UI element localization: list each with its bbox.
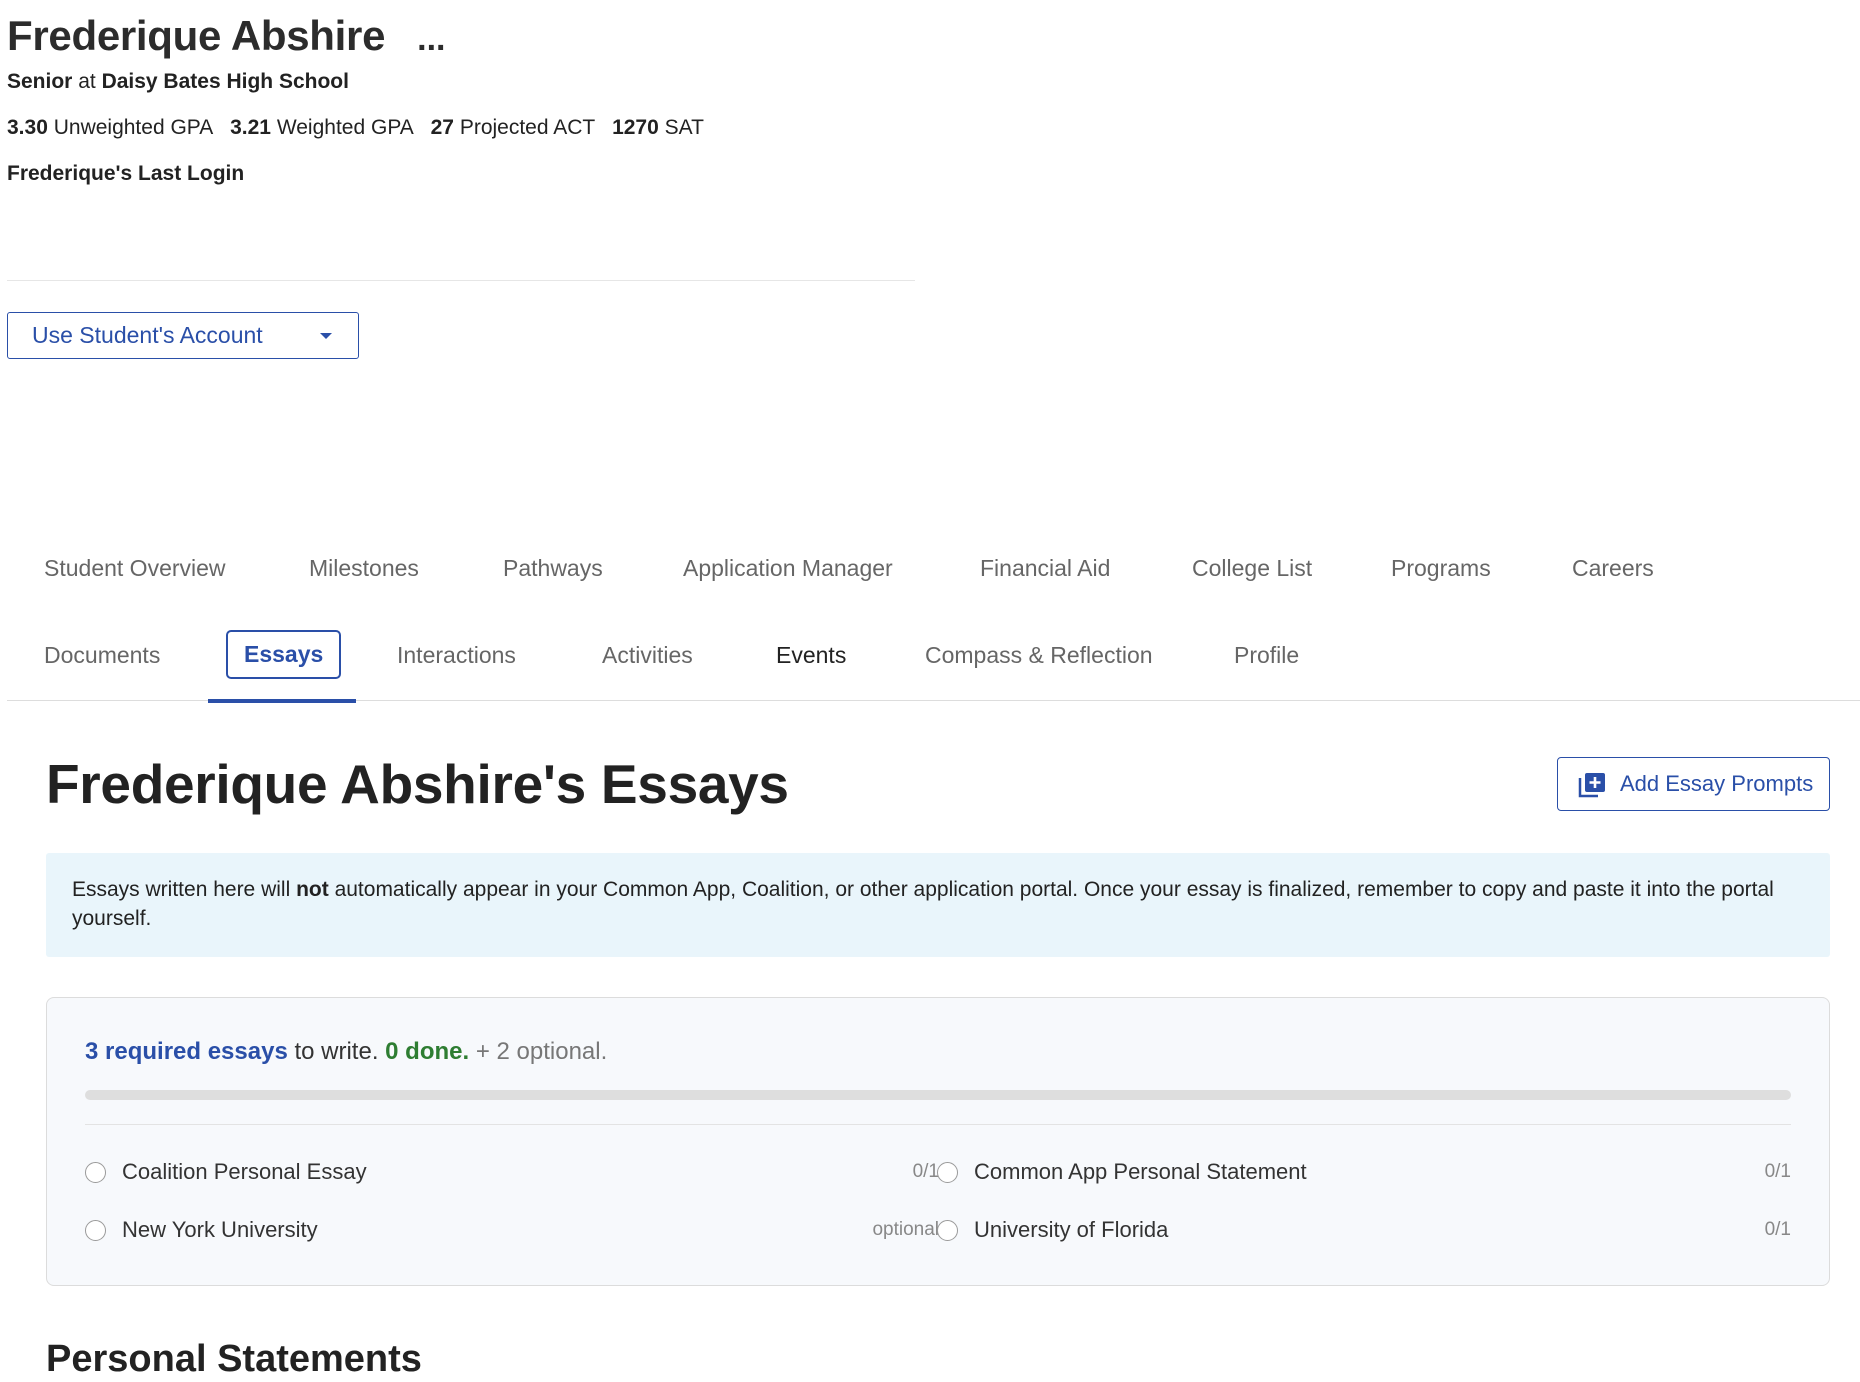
essay-status-radio[interactable] bbox=[937, 1161, 958, 1183]
tab-pathways[interactable]: Pathways bbox=[503, 555, 603, 582]
student-header: Frederique Abshire ... Senior at Daisy B… bbox=[7, 0, 915, 281]
card-divider bbox=[85, 1124, 1791, 1125]
stat-projected-act: 27 Projected ACT bbox=[431, 116, 596, 139]
notice-emphasis: not bbox=[296, 878, 329, 901]
stat-label: SAT bbox=[664, 116, 704, 139]
student-name-row: Frederique Abshire ... bbox=[7, 0, 915, 60]
stat-label: Weighted GPA bbox=[276, 116, 414, 139]
header-divider bbox=[7, 280, 915, 281]
add-to-stack-icon bbox=[1578, 773, 1605, 798]
stat-label: Unweighted GPA bbox=[53, 116, 214, 139]
tab-financial-aid[interactable]: Financial Aid bbox=[980, 555, 1110, 582]
tab-milestones[interactable]: Milestones bbox=[309, 555, 419, 582]
stat-value: 27 bbox=[430, 116, 454, 139]
done-count: 0 done. bbox=[385, 1038, 470, 1065]
portal-notice-banner: Essays written here will not automatical… bbox=[46, 853, 1830, 957]
tab-application-manager[interactable]: Application Manager bbox=[683, 555, 893, 582]
progress-bar bbox=[85, 1090, 1791, 1100]
school-name: Daisy Bates High School bbox=[101, 70, 349, 93]
stat-unweighted-gpa: 3.30 Unweighted GPA bbox=[7, 116, 213, 139]
progress-summary: 3 required essays to write. 0 done. + 2 … bbox=[85, 1038, 607, 1066]
notice-text: Essays written here will not automatical… bbox=[72, 875, 1804, 933]
essay-label: University of Florida bbox=[974, 1217, 1169, 1242]
essay-status-radio[interactable] bbox=[85, 1219, 106, 1241]
personal-statements-heading: Personal Statements bbox=[46, 1338, 422, 1380]
essay-status-radio[interactable] bbox=[937, 1219, 958, 1241]
stat-value: 1270 bbox=[612, 116, 659, 139]
tab-careers[interactable]: Careers bbox=[1572, 555, 1654, 582]
student-grade: Senior bbox=[7, 70, 73, 93]
essay-item-common-app-personal-statement[interactable]: Common App Personal Statement 0/1 bbox=[937, 1157, 1791, 1187]
stat-weighted-gpa: 3.21 Weighted GPA bbox=[230, 116, 414, 139]
stat-sat: 1270 SAT bbox=[612, 116, 704, 139]
essay-status-radio[interactable] bbox=[85, 1161, 106, 1183]
at-word: at bbox=[78, 70, 96, 93]
tab-programs[interactable]: Programs bbox=[1391, 555, 1491, 582]
use-student-account-dropdown[interactable]: Use Student's Account bbox=[7, 312, 359, 359]
essay-label: Coalition Personal Essay bbox=[122, 1159, 367, 1184]
required-essays-link[interactable]: 3 required essays bbox=[85, 1038, 288, 1065]
essay-count: 0/1 bbox=[1764, 1161, 1791, 1182]
tab-profile[interactable]: Profile bbox=[1234, 642, 1299, 669]
essay-item-university-of-florida[interactable]: University of Florida 0/1 bbox=[937, 1215, 1791, 1245]
essay-item-new-york-university[interactable]: New York University optional bbox=[85, 1215, 939, 1245]
stat-value: 3.21 bbox=[230, 116, 271, 139]
tab-documents[interactable]: Documents bbox=[44, 642, 160, 669]
student-name: Frederique Abshire bbox=[7, 12, 386, 59]
essay-item-coalition-personal-essay[interactable]: Coalition Personal Essay 0/1 bbox=[85, 1157, 939, 1187]
essay-label: Common App Personal Statement bbox=[974, 1159, 1307, 1184]
summary-middle: to write. bbox=[287, 1038, 386, 1065]
more-options-button[interactable]: ... bbox=[417, 22, 445, 60]
notice-text-part: Essays written here will bbox=[72, 878, 297, 901]
add-essay-prompts-label: Add Essay Prompts bbox=[1620, 771, 1814, 796]
page-title: Frederique Abshire's Essays bbox=[46, 753, 789, 815]
tab-student-overview[interactable]: Student Overview bbox=[44, 555, 226, 582]
tab-college-list[interactable]: College List bbox=[1192, 555, 1312, 582]
tab-activities[interactable]: Activities bbox=[602, 642, 693, 669]
school-line: Senior at Daisy Bates High School bbox=[7, 70, 349, 94]
essay-count: 0/1 bbox=[912, 1161, 939, 1182]
essay-progress-card: 3 required essays to write. 0 done. + 2 … bbox=[46, 997, 1830, 1286]
tab-compass-reflection[interactable]: Compass & Reflection bbox=[925, 642, 1153, 669]
essay-count: 0/1 bbox=[1764, 1219, 1791, 1240]
caret-down-icon bbox=[320, 333, 332, 339]
last-login-label: Frederique's Last Login bbox=[7, 162, 245, 185]
add-essay-prompts-button[interactable]: Add Essay Prompts bbox=[1557, 757, 1830, 811]
stat-label: Projected ACT bbox=[459, 116, 596, 139]
optional-count: + 2 optional. bbox=[469, 1038, 608, 1065]
essay-label: New York University bbox=[122, 1217, 318, 1242]
use-student-account-label: Use Student's Account bbox=[32, 322, 263, 348]
tab-interactions[interactable]: Interactions bbox=[397, 642, 516, 669]
stat-value: 3.30 bbox=[7, 116, 48, 139]
academic-stats: 3.30 Unweighted GPA 3.21 Weighted GPA 27… bbox=[7, 116, 715, 140]
tab-essays[interactable]: Essays bbox=[226, 630, 342, 679]
active-tab-indicator bbox=[208, 699, 356, 703]
tab-events[interactable]: Events bbox=[776, 642, 846, 669]
essay-count: optional bbox=[872, 1219, 939, 1240]
